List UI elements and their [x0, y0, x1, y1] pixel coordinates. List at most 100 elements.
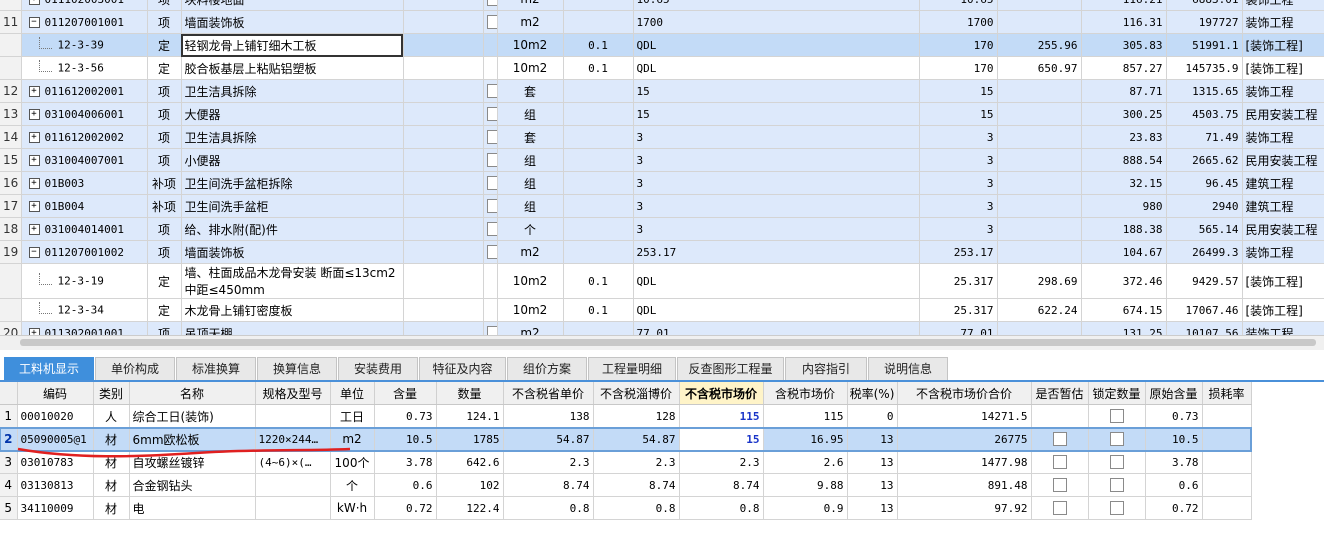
tab-5[interactable]: 特征及内容 [419, 357, 506, 380]
tab-10[interactable]: 说明信息 [868, 357, 948, 380]
resource-row[interactable]: 1 00010020 人综合工日(装饰) 工日 0.73 124.1 138 128 115 11… [0, 404, 1252, 428]
bill-row[interactable]: 12-3-34 定木龙骨上铺钉密度板 10m2 0.1 QDL 25.317 622.24 6… [0, 298, 1324, 322]
bill-row[interactable]: 12-3-19 定墙、柱面成品木龙骨安装 断面≤13cm2 中距≤450mm 10m… [0, 263, 1324, 299]
bill-row[interactable]: 13 +031004006001 项大便器组 15 15 300.25 4503.75 民用安… [0, 102, 1324, 126]
column-header[interactable]: 编码 [17, 382, 94, 405]
market-cell[interactable]: 2.3 [679, 450, 764, 474]
name-cell[interactable]: 卫生洁具拆除 [181, 79, 404, 103]
name-cell[interactable]: 卫生洁具拆除 [181, 125, 404, 149]
name-cell[interactable]: 墙、柱面成品木龙骨安装 断面≤13cm2 中距≤450mm [181, 263, 404, 299]
tab-8[interactable]: 反查图形工程量 [677, 357, 784, 380]
qty-expression-cell[interactable]: 253.17 [633, 240, 920, 264]
column-header[interactable]: 类别 [93, 382, 130, 405]
estimate-checkbox[interactable] [486, 107, 496, 122]
collapse-icon[interactable]: − [28, 17, 40, 28]
qty-expression-cell[interactable]: QDL [633, 33, 920, 57]
lock-checkbox[interactable] [1109, 409, 1124, 424]
estimate-checkbox[interactable] [486, 176, 496, 191]
name-cell[interactable]: 卫生间洗手盆柜 [181, 194, 404, 218]
tab-7[interactable]: 工程量明细 [588, 357, 676, 380]
bill-row[interactable]: 18 +031004014001 项给、排水附(配)件个 3 3 188.38 565.14… [0, 217, 1324, 241]
code-cell[interactable]: 12-3-39 [21, 33, 148, 57]
tab-2[interactable]: 标准换算 [176, 357, 256, 380]
code-cell[interactable]: +01B004 [21, 194, 148, 218]
bill-row[interactable]: 12-3-39 定轻钢龙骨上铺钉细木工板 10m2 0.1 QDL 170 255.96 30… [0, 33, 1324, 57]
estimate-checkbox[interactable] [486, 130, 496, 145]
expand-icon[interactable]: + [28, 178, 40, 189]
market-cell[interactable]: 0.8 [679, 496, 764, 520]
name-cell[interactable]: 轻钢龙骨上铺钉细木工板 [181, 33, 404, 57]
name-cell[interactable]: 小便器 [181, 148, 404, 172]
estimate-checkbox[interactable] [1052, 478, 1067, 493]
bill-row[interactable]: 15 +031004007001 项小便器组 3 3 888.54 2665.62 民用安装工… [0, 148, 1324, 172]
code-cell[interactable]: +031004006001 [21, 102, 148, 126]
column-header[interactable]: 单位 [330, 382, 375, 405]
code-cell[interactable]: −011207001001 [21, 10, 148, 34]
name-cell[interactable]: 块料楼地面 [181, 0, 404, 11]
market-cell[interactable]: 8.74 [679, 473, 764, 497]
code-cell[interactable]: +011612002001 [21, 79, 148, 103]
code-cell[interactable]: 12-3-34 [21, 298, 148, 322]
name-cell[interactable]: 综合工日(装饰) [129, 404, 256, 428]
column-header[interactable]: 不含税省单价 [503, 382, 594, 405]
resource-row[interactable]: 4 03130813 材合金钢钻头个 0.6 102 8.74 8.74 8.74 9.88 13… [0, 473, 1252, 497]
qty-expression-cell[interactable]: 3 [633, 125, 920, 149]
code-cell[interactable]: +01B003 [21, 171, 148, 195]
qty-expression-cell[interactable]: 3 [633, 194, 920, 218]
column-header[interactable]: 含量 [374, 382, 437, 405]
tab-0[interactable]: 工料机显示 [4, 357, 94, 380]
lock-checkbox[interactable] [1109, 432, 1124, 447]
qty-expression-cell[interactable]: QDL [633, 263, 920, 299]
name-cell[interactable]: 电 [129, 496, 256, 520]
name-cell[interactable]: 大便器 [181, 102, 404, 126]
qty-expression-cell[interactable]: 15 [633, 102, 920, 126]
tab-3[interactable]: 换算信息 [257, 357, 337, 380]
code-cell[interactable]: +011612002002 [21, 125, 148, 149]
bill-row[interactable]: 17+01B004补项卫生间洗手盆柜组339802940建筑工程建筑工程 [0, 194, 1324, 218]
column-header[interactable]: 不含税市场价 [679, 382, 764, 405]
scrollbar-thumb[interactable] [20, 339, 1316, 346]
estimate-checkbox[interactable] [486, 84, 496, 99]
code-cell[interactable]: 12-3-56 [21, 56, 148, 80]
bill-row[interactable]: 19−011207001002 项墙面装饰板 m2 253.17 253.17 104.6… [0, 240, 1324, 264]
estimate-checkbox[interactable] [486, 199, 496, 214]
expand-icon[interactable]: + [28, 0, 40, 5]
bill-row[interactable]: 11−011207001001 项墙面装饰板 m2 1700 1700 116.31 197… [0, 10, 1324, 34]
name-cell[interactable]: 给、排水附(配)件 [181, 217, 404, 241]
qty-expression-cell[interactable]: 3 [633, 171, 920, 195]
column-header[interactable]: 规格及型号 [255, 382, 331, 405]
qty-expression-cell[interactable]: QDL [633, 56, 920, 80]
qty-expression-cell[interactable]: 10.65 [633, 0, 920, 11]
expand-icon[interactable]: + [28, 132, 40, 143]
qty-expression-cell[interactable]: 3 [633, 148, 920, 172]
expand-icon[interactable]: + [28, 224, 40, 235]
code-cell[interactable]: −011207001002 [21, 240, 148, 264]
name-cell[interactable]: 墙面装饰板 [181, 10, 404, 34]
column-header[interactable]: 是否暂估 [1031, 382, 1089, 405]
expand-icon[interactable]: + [28, 109, 40, 120]
column-header[interactable]: 名称 [129, 382, 256, 405]
name-cell[interactable]: 卫生间洗手盆柜拆除 [181, 171, 404, 195]
horizontal-scrollbar[interactable] [0, 335, 1324, 350]
name-cell[interactable]: 墙面装饰板 [181, 240, 404, 264]
column-header[interactable]: 锁定数量 [1088, 382, 1146, 405]
expand-icon[interactable]: + [28, 86, 40, 97]
bill-row[interactable]: +011102003001项块料楼地面m210.6510.65116.21688… [0, 0, 1324, 11]
bill-row[interactable]: 12 +011612002001 项卫生洁具拆除套 15 15 87.71 1315.65 装… [0, 79, 1324, 103]
column-header[interactable] [0, 382, 18, 405]
tab-6[interactable]: 组价方案 [507, 357, 587, 380]
expand-icon[interactable]: + [28, 201, 40, 212]
qty-expression-cell[interactable]: QDL [633, 298, 920, 322]
name-cell[interactable]: 合金钢钻头 [129, 473, 256, 497]
bill-row[interactable]: 14+011612002002项卫生洁具拆除套3323.8371.49装饰工程装… [0, 125, 1324, 149]
expand-icon[interactable]: + [28, 155, 40, 166]
qty-expression-cell[interactable]: 1700 [633, 10, 920, 34]
estimate-checkbox[interactable] [1052, 432, 1067, 447]
resource-row[interactable]: 5 34110009 材电 kW·h 0.72 122.4 0.8 0.8 0.8 0.9 13 97… [0, 496, 1252, 520]
code-cell[interactable]: +031004007001 [21, 148, 148, 172]
qty-expression-cell[interactable]: 15 [633, 79, 920, 103]
column-header[interactable]: 损耗率 [1202, 382, 1252, 405]
estimate-checkbox[interactable] [1052, 455, 1067, 470]
column-header[interactable]: 数量 [436, 382, 504, 405]
tab-9[interactable]: 内容指引 [785, 357, 867, 380]
